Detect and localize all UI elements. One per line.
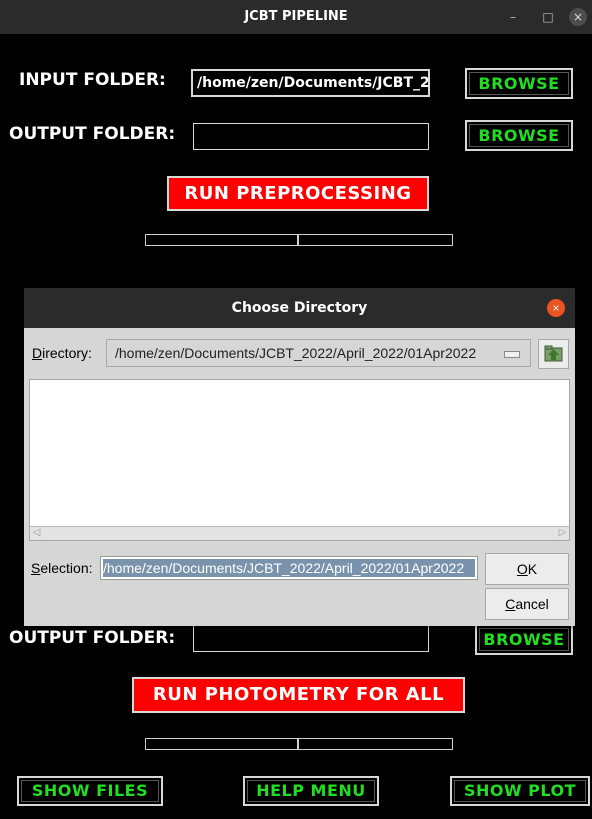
photometry-output-folder-label: OUTPUT FOLDER:: [9, 628, 176, 648]
progress-divider: [297, 739, 299, 749]
selection-label-mnemonic: S: [31, 560, 41, 576]
folder-up-icon: [544, 345, 563, 362]
ok-button[interactable]: OK: [485, 553, 569, 585]
show-plot-button[interactable]: SHOW PLOT: [450, 776, 590, 806]
dropdown-indicator-icon: [504, 351, 520, 358]
parent-directory-button[interactable]: [538, 339, 569, 369]
browse-output-button[interactable]: BROWSE: [465, 120, 573, 151]
photometry-browse-output-button[interactable]: BROWSE: [475, 624, 573, 655]
directory-label-mnemonic: D: [32, 345, 43, 361]
choose-directory-dialog: Choose Directory × Directory: /home/zen/…: [24, 288, 575, 626]
input-folder-label: INPUT FOLDER:: [19, 70, 166, 90]
ok-label-rest: K: [527, 561, 538, 577]
button-inner-frame: [21, 780, 159, 802]
ok-mnemonic: O: [516, 561, 528, 577]
run-photometry-button[interactable]: RUN PHOTOMETRY FOR ALL: [132, 677, 465, 713]
button-inner-frame: [469, 72, 569, 95]
window-close-icon[interactable]: ×: [569, 8, 587, 26]
maximize-icon[interactable]: □: [538, 0, 558, 34]
progress-divider: [297, 235, 299, 245]
output-folder-field[interactable]: [193, 123, 429, 150]
button-inner-frame: [454, 780, 586, 802]
button-inner-frame: [479, 628, 569, 651]
selection-label-text: election:: [40, 560, 93, 576]
browse-input-button[interactable]: BROWSE: [465, 68, 573, 99]
directory-listbox[interactable]: ◁ ▷: [29, 379, 570, 541]
minimize-icon[interactable]: –: [503, 0, 523, 34]
show-files-button[interactable]: SHOW FILES: [17, 776, 163, 806]
selection-input[interactable]: /home/zen/Documents/JCBT_2022/April_2022…: [100, 556, 478, 580]
run-preprocessing-button[interactable]: RUN PREPROCESSING: [167, 176, 429, 211]
selection-label: Selection:: [31, 560, 93, 576]
preprocessing-progress-bar: [145, 234, 453, 246]
photometry-output-folder-field[interactable]: [193, 625, 429, 652]
dialog-title: Choose Directory: [24, 288, 575, 328]
directory-dropdown[interactable]: /home/zen/Documents/JCBT_2022/April_2022…: [106, 339, 531, 367]
cancel-label-rest: ancel: [515, 596, 549, 612]
horizontal-scrollbar[interactable]: ◁ ▷: [30, 526, 569, 540]
photometry-progress-bar: [145, 738, 453, 750]
help-menu-button[interactable]: HELP MENU: [243, 776, 379, 806]
output-folder-label: OUTPUT FOLDER:: [9, 124, 176, 144]
scroll-right-icon[interactable]: ▷: [557, 527, 568, 539]
window-titlebar: JCBT PIPELINE – □ ×: [0, 0, 592, 34]
directory-label: Directory:: [32, 345, 92, 361]
dialog-close-icon[interactable]: ×: [547, 299, 565, 317]
scroll-left-icon[interactable]: ◁: [31, 527, 42, 539]
button-inner-frame: [247, 780, 375, 802]
selection-highlighted-text: /home/zen/Documents/JCBT_2022/April_2022…: [103, 559, 475, 577]
directory-label-text: irectory:: [42, 345, 92, 361]
input-folder-field[interactable]: /home/zen/Documents/JCBT_20: [191, 69, 430, 97]
button-inner-frame: [469, 124, 569, 147]
cancel-mnemonic: C: [505, 596, 516, 612]
cancel-button[interactable]: Cancel: [485, 588, 569, 620]
directory-dropdown-value: /home/zen/Documents/JCBT_2022/April_2022…: [115, 345, 477, 361]
